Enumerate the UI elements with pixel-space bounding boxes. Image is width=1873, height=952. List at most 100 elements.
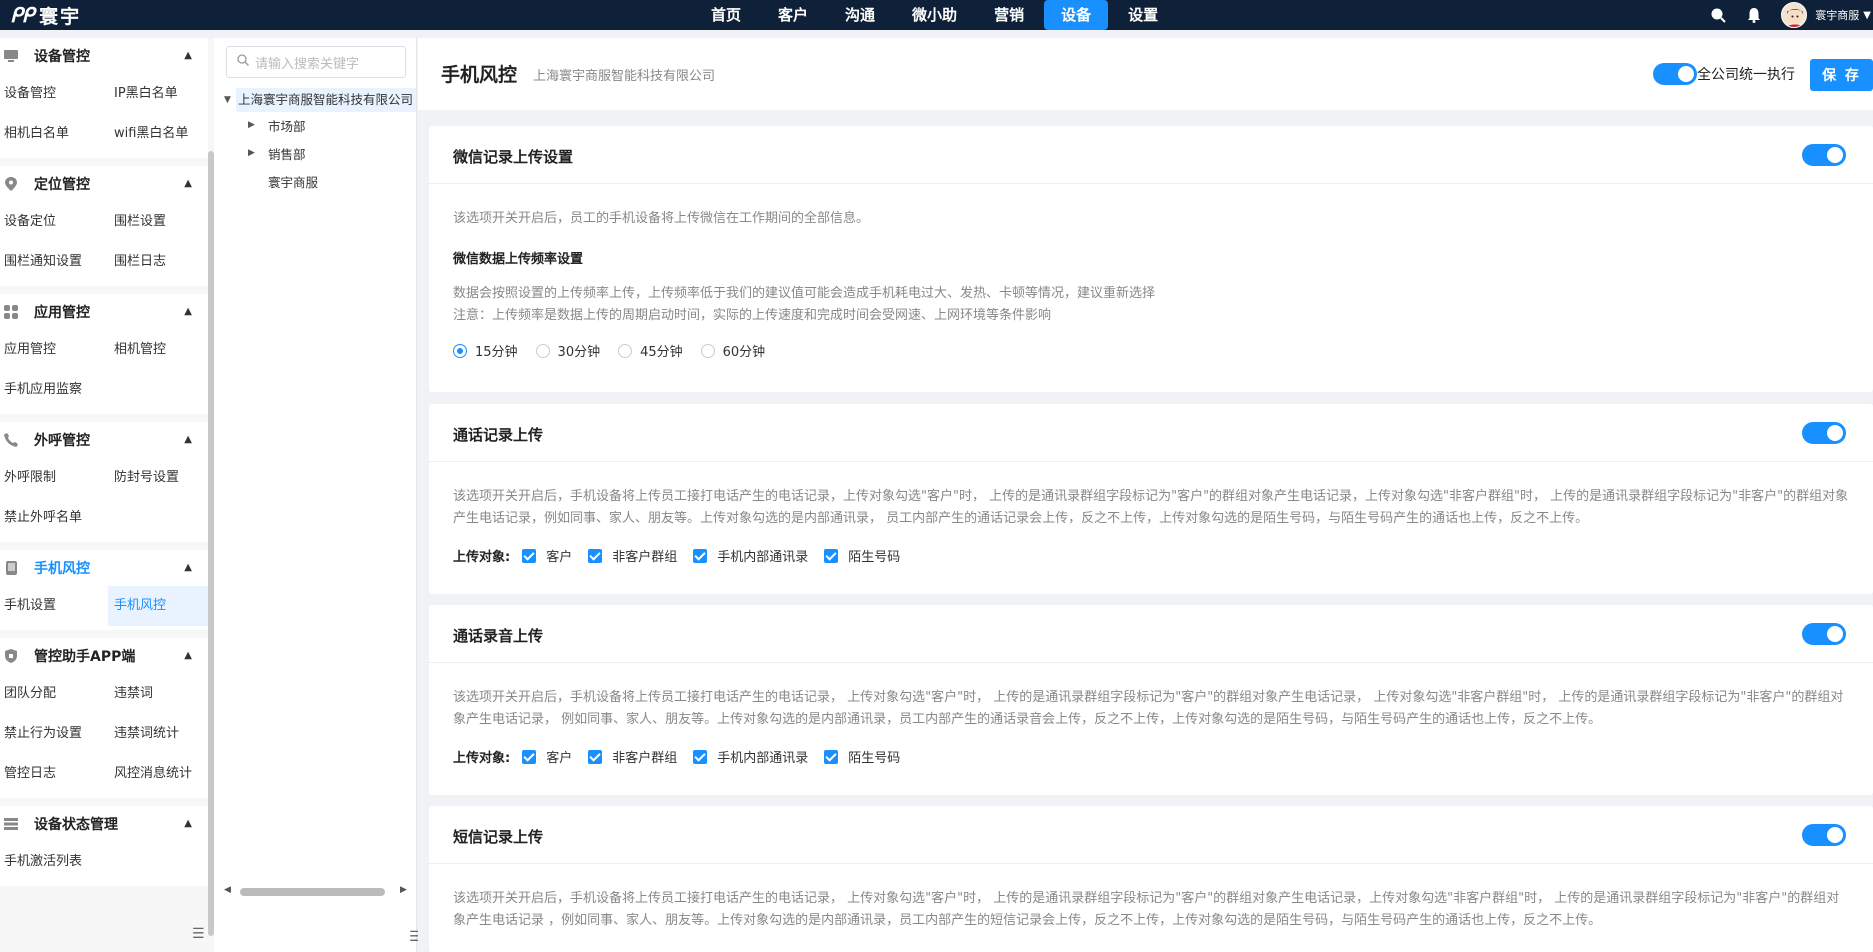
sidebar-item[interactable]: 围栏通知设置 — [0, 242, 108, 282]
device-icon — [4, 49, 18, 63]
sidebar-item[interactable]: 手机激活列表 — [0, 842, 108, 882]
sidebar-item[interactable]: IP黑白名单 — [108, 74, 208, 114]
sidebar-item[interactable]: 围栏日志 — [108, 242, 208, 282]
sidebar-group-header[interactable]: 手机风控 ▲ — [0, 550, 208, 586]
app-logo[interactable]: ᑭᑭ 寰宇 — [0, 2, 200, 29]
chevron-up-icon[interactable]: ▲ — [184, 650, 192, 661]
sidebar-item[interactable]: 手机应用监察 — [0, 370, 108, 410]
unify-toggle[interactable] — [1653, 63, 1697, 85]
sidebar-item[interactable]: 禁止外呼名单 — [0, 498, 108, 538]
main-nav: 首页 客户 沟通 微小助 营销 设备 设置 — [694, 0, 1178, 30]
card-description: 该选项开关开启后，手机设备将上传员工接打电话产生的电话记录，上传对象勾选"客户"… — [453, 489, 1849, 526]
sidebar-group-title: 定位管控 — [34, 177, 90, 193]
radio-option[interactable]: 60分钟 — [700, 341, 766, 360]
call-log-toggle[interactable] — [1802, 422, 1846, 444]
sidebar-item[interactable]: 相机管控 — [108, 330, 208, 370]
sidebar-item-active[interactable]: 手机风控 — [108, 586, 208, 626]
chevron-up-icon[interactable]: ▲ — [184, 306, 192, 317]
chevron-up-icon[interactable]: ▲ — [184, 562, 192, 573]
sidebar-item[interactable]: 团队分配 — [0, 674, 108, 714]
sidebar-item[interactable]: 禁止行为设置 — [0, 714, 108, 754]
chevron-up-icon[interactable]: ▲ — [184, 178, 192, 189]
sidebar-group-header[interactable]: 外呼管控 ▲ — [0, 422, 208, 458]
save-button[interactable]: 保 存 — [1810, 59, 1873, 91]
checkbox-checked-icon — [588, 749, 603, 764]
target-checkbox[interactable]: 客户 — [522, 546, 572, 565]
checkbox-label: 非客户群组 — [612, 751, 678, 766]
wechat-upload-card: 微信记录上传设置 该选项开关开启后，员工的手机设备将上传微信在工作期间的全部信息… — [429, 126, 1873, 392]
tree-search-input[interactable]: 请输入搜索关键字 — [226, 46, 406, 78]
chevron-up-icon[interactable]: ▲ — [184, 818, 192, 829]
sidebar-item[interactable]: 违禁词 — [108, 674, 208, 714]
chevron-up-icon[interactable]: ▲ — [184, 434, 192, 445]
caret-right-icon[interactable]: ▶ — [248, 120, 255, 130]
sidebar-item[interactable]: wifi黑白名单 — [108, 114, 208, 154]
chevron-down-icon[interactable]: ▼ — [1863, 10, 1871, 21]
sidebar-item[interactable]: 外呼限制 — [0, 458, 108, 498]
sidebar-item[interactable]: 设备定位 — [0, 202, 108, 242]
checkbox-checked-icon — [824, 548, 839, 563]
sidebar-item[interactable]: 设备管控 — [0, 74, 108, 114]
status-icon — [4, 817, 18, 831]
scroll-left-icon[interactable]: ◀ — [224, 885, 231, 895]
nav-communication[interactable]: 沟通 — [828, 0, 892, 30]
sidebar-item[interactable]: 应用管控 — [0, 330, 108, 370]
sms-upload-toggle[interactable] — [1802, 824, 1846, 846]
sidebar-item[interactable]: 围栏设置 — [108, 202, 208, 242]
sidebar-item[interactable]: 手机设置 — [0, 586, 108, 626]
target-checkbox[interactable]: 非客户群组 — [588, 546, 677, 565]
tree-node[interactable]: 销售部 — [268, 143, 306, 167]
collapse-menu-icon[interactable]: ☰ — [192, 926, 205, 942]
checkbox-label: 陌生号码 — [848, 550, 901, 565]
apps-icon — [4, 305, 18, 319]
sidebar-group-header[interactable]: 定位管控 ▲ — [0, 166, 208, 202]
nav-devices[interactable]: 设备 — [1044, 0, 1109, 30]
target-checkbox[interactable]: 客户 — [522, 747, 572, 766]
tree-horizontal-scrollbar[interactable] — [240, 888, 385, 896]
sidebar-item[interactable]: 管控日志 — [0, 754, 108, 794]
nav-home[interactable]: 首页 — [694, 0, 758, 30]
radio-unchecked-icon — [700, 343, 715, 358]
sidebar-group-header[interactable]: 设备管控 ▲ — [0, 38, 208, 74]
wechat-upload-toggle[interactable] — [1802, 144, 1846, 166]
chevron-up-icon[interactable]: ▲ — [184, 50, 192, 61]
search-icon[interactable] — [1709, 6, 1727, 24]
caret-down-icon[interactable]: ▼ — [224, 95, 231, 105]
checkbox-checked-icon — [522, 749, 537, 764]
sidebar-item[interactable]: 风控消息统计 — [108, 754, 208, 794]
scroll-right-icon[interactable]: ▶ — [400, 885, 407, 895]
radio-option[interactable]: 30分钟 — [535, 341, 600, 360]
radio-option[interactable]: 45分钟 — [618, 341, 683, 360]
page-title: 手机风控 — [441, 64, 518, 86]
nav-assistant[interactable]: 微小助 — [895, 0, 974, 30]
tree-node-root[interactable]: 上海寰宇商服智能科技有限公司 — [236, 88, 416, 112]
page-header: 手机风控 上海寰宇商服智能科技有限公司 全公司统一执行 保 存 — [418, 38, 1873, 110]
target-checkbox[interactable]: 手机内部通讯录 — [693, 546, 808, 565]
call-recording-card: 通话录音上传 该选项开关开启后，手机设备将上传员工接打电话产生的电话记录， 上传… — [429, 605, 1873, 795]
sidebar-item[interactable]: 相机白名单 — [0, 114, 108, 154]
sidebar-item[interactable]: 违禁词统计 — [108, 714, 208, 754]
bell-icon[interactable] — [1745, 6, 1763, 24]
sidebar-group-header[interactable]: 设备状态管理 ▲ — [0, 806, 208, 842]
target-checkbox[interactable]: 陌生号码 — [824, 546, 900, 565]
tree-node[interactable]: 寰宇商服 — [268, 171, 318, 195]
sidebar-group-header[interactable]: 管控助手APP端 ▲ — [0, 638, 208, 674]
target-checkbox[interactable]: 手机内部通讯录 — [693, 747, 808, 766]
radio-label: 60分钟 — [722, 345, 766, 360]
tree-node[interactable]: 市场部 — [268, 115, 306, 139]
target-checkbox[interactable]: 陌生号码 — [824, 747, 900, 766]
nav-marketing[interactable]: 营销 — [977, 0, 1041, 30]
target-checkbox[interactable]: 非客户群组 — [588, 747, 677, 766]
card-description: 该选项开关开启后，员工的手机设备将上传微信在工作期间的全部信息。 — [453, 211, 870, 226]
sidebar-group-header[interactable]: 应用管控 ▲ — [0, 294, 208, 330]
frequency-note: 注意：上传频率是数据上传的周期启动时间，实际的上传速度和完成时间会受网速、上网环… — [453, 308, 1052, 323]
nav-customers[interactable]: 客户 — [761, 0, 825, 30]
nav-settings[interactable]: 设置 — [1111, 0, 1175, 30]
call-recording-toggle[interactable] — [1802, 623, 1846, 645]
radio-option[interactable]: 15分钟 — [453, 341, 518, 360]
caret-right-icon[interactable]: ▶ — [248, 148, 255, 158]
user-name[interactable]: 寰宇商服 — [1815, 7, 1859, 23]
checkbox-checked-icon — [522, 548, 537, 563]
sidebar-item[interactable]: 防封号设置 — [108, 458, 208, 498]
avatar[interactable] — [1781, 2, 1808, 28]
